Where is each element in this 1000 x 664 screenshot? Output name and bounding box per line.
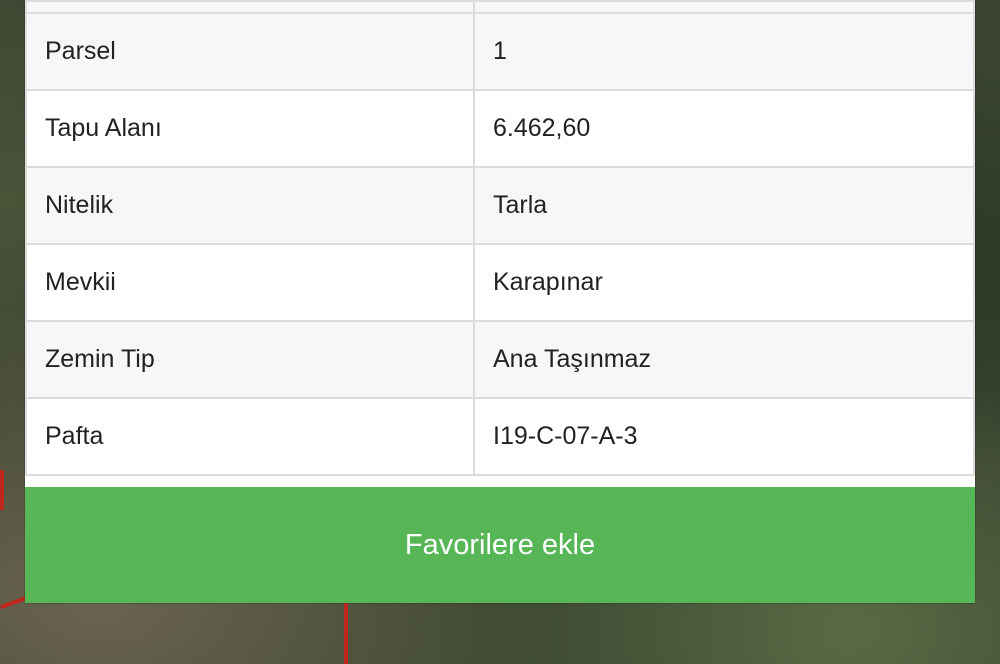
table-row-parsel: Parsel 1 xyxy=(25,12,975,91)
row-label xyxy=(25,0,475,14)
row-label: Mevkii xyxy=(25,243,475,322)
table-row-zemin-tip: Zemin Tip Ana Taşınmaz xyxy=(25,320,975,399)
parcel-info-card: Parsel 1 Tapu Alanı 6.462,60 Nitelik Tar… xyxy=(25,0,975,603)
row-label: Zemin Tip xyxy=(25,320,475,399)
row-label: Parsel xyxy=(25,12,475,91)
table-row-pafta: Pafta I19-C-07-A-3 xyxy=(25,397,975,476)
map-road-line xyxy=(0,470,4,510)
row-label: Tapu Alanı xyxy=(25,89,475,168)
add-to-favorites-button[interactable]: Favorilere ekle xyxy=(25,487,975,603)
table-row-nitelik: Nitelik Tarla xyxy=(25,166,975,245)
table-row-tapu-alani: Tapu Alanı 6.462,60 xyxy=(25,89,975,168)
row-value: Ana Taşınmaz xyxy=(473,320,975,399)
row-value: 1 xyxy=(473,12,975,91)
row-label: Pafta xyxy=(25,397,475,476)
row-value: Tarla xyxy=(473,166,975,245)
table-row-mevkii: Mevkii Karapınar xyxy=(25,243,975,322)
table-row-partial xyxy=(25,0,975,14)
row-value: I19-C-07-A-3 xyxy=(473,397,975,476)
row-value xyxy=(473,0,975,14)
row-label: Nitelik xyxy=(25,166,475,245)
parcel-details-table: Parsel 1 Tapu Alanı 6.462,60 Nitelik Tar… xyxy=(25,0,975,476)
map-road-line xyxy=(344,603,348,664)
row-value: Karapınar xyxy=(473,243,975,322)
row-value: 6.462,60 xyxy=(473,89,975,168)
